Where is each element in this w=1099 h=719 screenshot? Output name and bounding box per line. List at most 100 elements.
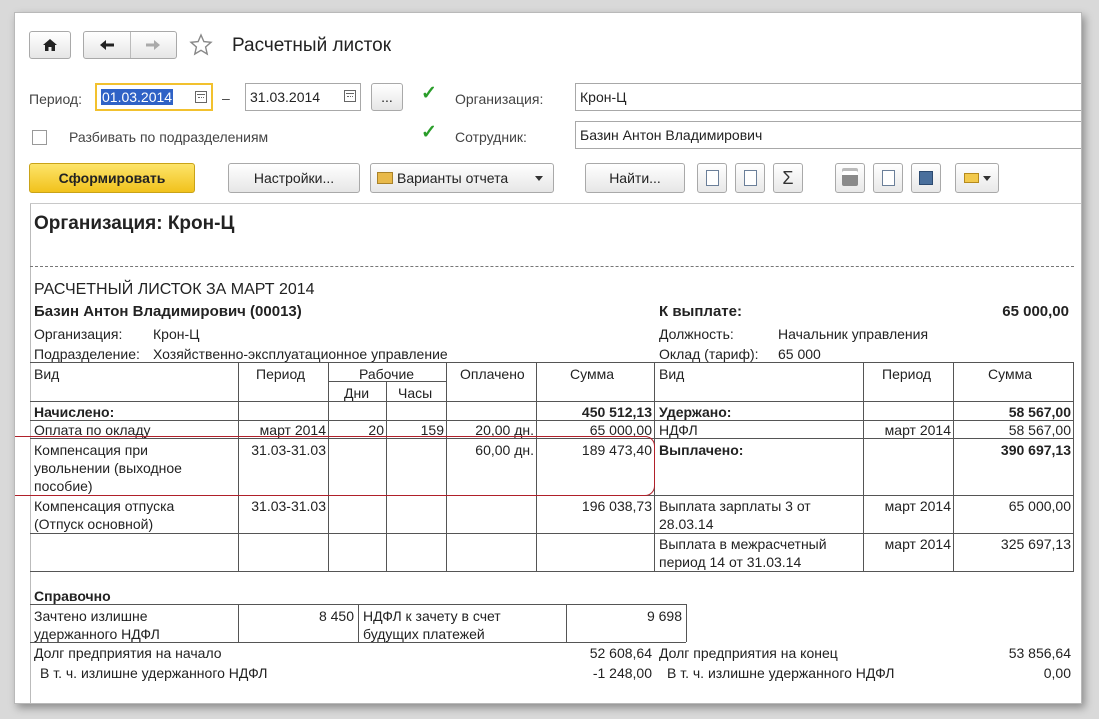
col-divider (1073, 362, 1074, 571)
header-sum: Сумма (570, 366, 614, 382)
print-button[interactable] (835, 163, 865, 193)
header-right-period: Период (882, 366, 932, 382)
organization-field[interactable]: Крон-Ц (575, 83, 1081, 111)
payment-vid-line: Выплата в межрасчетный (659, 536, 827, 552)
dept-label: Подразделение: (34, 346, 140, 362)
expand-groups-button[interactable] (697, 163, 727, 193)
to-pay-label: К выплате: (659, 303, 742, 320)
organization-value: Крон-Ц (580, 89, 627, 105)
employee-label: Сотрудник: (455, 129, 527, 145)
envelope-icon (963, 173, 979, 183)
withholding-sum: 58 567,00 (1008, 422, 1071, 438)
period-end-field[interactable]: 31.03.2014 (245, 83, 361, 111)
debt-end-ndfl-value: 0,00 (1043, 665, 1071, 681)
payment-vid-line: 28.03.14 (659, 516, 714, 532)
debt-start-ndfl-value: -1 248,00 (592, 665, 652, 681)
withheld-total: 58 567,00 (1008, 404, 1071, 420)
payment-period: март 2014 (884, 536, 951, 552)
salary-value: 65 000 (778, 346, 821, 362)
employee-value: Базин Антон Владимирович (580, 127, 763, 143)
save-button[interactable] (911, 163, 941, 193)
report-variants-button[interactable]: Варианты отчета (370, 163, 554, 193)
employee-field[interactable]: Базин Антон Владимирович (575, 121, 1081, 149)
reference-divider (566, 604, 567, 642)
organization-checkbox[interactable]: ✓ (419, 84, 437, 105)
reference-divider (358, 604, 359, 642)
calendar-icon[interactable] (344, 90, 356, 102)
dashed-divider (30, 266, 1074, 267)
period-select-button[interactable]: ... (371, 83, 403, 111)
highlight-frame (15, 436, 655, 496)
preview-button[interactable] (873, 163, 903, 193)
find-button[interactable]: Найти... (585, 163, 685, 193)
header-period: Период (256, 366, 306, 382)
debt-end-label: Долг предприятия на конец (659, 645, 838, 661)
debt-end-value: 53 856,64 (1008, 645, 1071, 661)
reference-divider (686, 604, 687, 642)
chevron-down-icon (535, 176, 543, 181)
accrued-total: 450 512,13 (581, 404, 652, 420)
printer-icon (842, 170, 858, 186)
header-vid: Вид (34, 366, 60, 382)
report-sheet: Организация: Крон-Ц РАСЧЕТНЫЙ ЛИСТОК ЗА … (15, 203, 1081, 703)
paid-label: Выплачено: (659, 442, 744, 458)
accrual-sum: 196 038,73 (581, 498, 652, 514)
debt-end-ndfl-label: В т. ч. излишне удержанного НДФЛ (667, 665, 895, 681)
checkmark-icon: ✓ (421, 83, 437, 104)
send-email-button[interactable] (955, 163, 999, 193)
home-button[interactable] (29, 31, 71, 59)
reference-excess-value: 8 450 (318, 608, 354, 624)
payment-sum: 325 697,13 (1000, 536, 1071, 552)
favorite-star-button[interactable] (187, 31, 215, 59)
header-hours: Часы (398, 385, 433, 401)
accrual-period: 31.03-31.03 (251, 498, 326, 514)
report-variants-label: Варианты отчета (397, 170, 509, 186)
reference-divider (238, 604, 239, 642)
header-right-sum: Сумма (988, 366, 1032, 382)
split-by-department-label: Разбивать по подразделениям (69, 129, 269, 145)
employee-checkbox[interactable]: ✓ (419, 123, 437, 144)
report-window: Расчетный листок Период: 01.03.2014 – 31… (14, 12, 1082, 704)
header-right-vid: Вид (659, 366, 685, 382)
debt-start-value: 52 608,64 (589, 645, 652, 661)
accrual-vid-line: (Отпуск основной) (34, 516, 154, 532)
collapse-groups-button[interactable] (735, 163, 765, 193)
period-start-field[interactable]: 01.03.2014 (95, 83, 213, 111)
accrued-label: Начислено: (34, 404, 115, 420)
debt-start-ndfl-label: В т. ч. излишне удержанного НДФЛ (40, 665, 268, 681)
arrow-right-icon (146, 40, 161, 50)
split-by-department-checkbox[interactable] (32, 130, 47, 145)
payment-period: март 2014 (884, 498, 951, 514)
header-paid: Оплачено (460, 366, 525, 382)
expand-groups-icon (705, 170, 719, 186)
debt-start-label: Долг предприятия на начало (34, 645, 222, 661)
payment-vid-line: период 14 от 31.03.14 (659, 554, 802, 570)
calendar-icon[interactable] (195, 91, 207, 103)
col-divider (863, 362, 864, 571)
sum-button[interactable]: Σ (773, 163, 803, 193)
period-end-value: 31.03.2014 (250, 89, 321, 105)
chevron-down-icon (982, 175, 991, 181)
checkmark-icon: ✓ (421, 122, 437, 143)
withholding-period: март 2014 (884, 422, 951, 438)
save-icon (919, 171, 933, 185)
reference-future-line: будущих платежей (363, 626, 485, 642)
header-days: Дни (344, 385, 370, 401)
org-label: Организация: (34, 326, 123, 342)
org-value: Крон-Ц (153, 326, 200, 342)
preview-icon (881, 170, 895, 186)
reference-excess-line: Зачтено излишне (34, 608, 148, 624)
payment-sum: 65 000,00 (1008, 498, 1071, 514)
period-dash: – (222, 90, 230, 106)
withholding-vid: НДФЛ (659, 422, 698, 438)
row-divider (30, 420, 1074, 421)
reference-future-line: НДФЛ к зачету в счет (363, 608, 501, 624)
withheld-label: Удержано: (659, 404, 732, 420)
back-button[interactable] (84, 32, 131, 58)
forward-button[interactable] (131, 32, 177, 58)
arrow-left-icon (99, 40, 114, 50)
settings-button[interactable]: Настройки... (228, 163, 360, 193)
report-org-header: Организация: Крон-Ц (34, 213, 235, 234)
table-top-border (30, 362, 1074, 363)
generate-button[interactable]: Сформировать (29, 163, 195, 193)
